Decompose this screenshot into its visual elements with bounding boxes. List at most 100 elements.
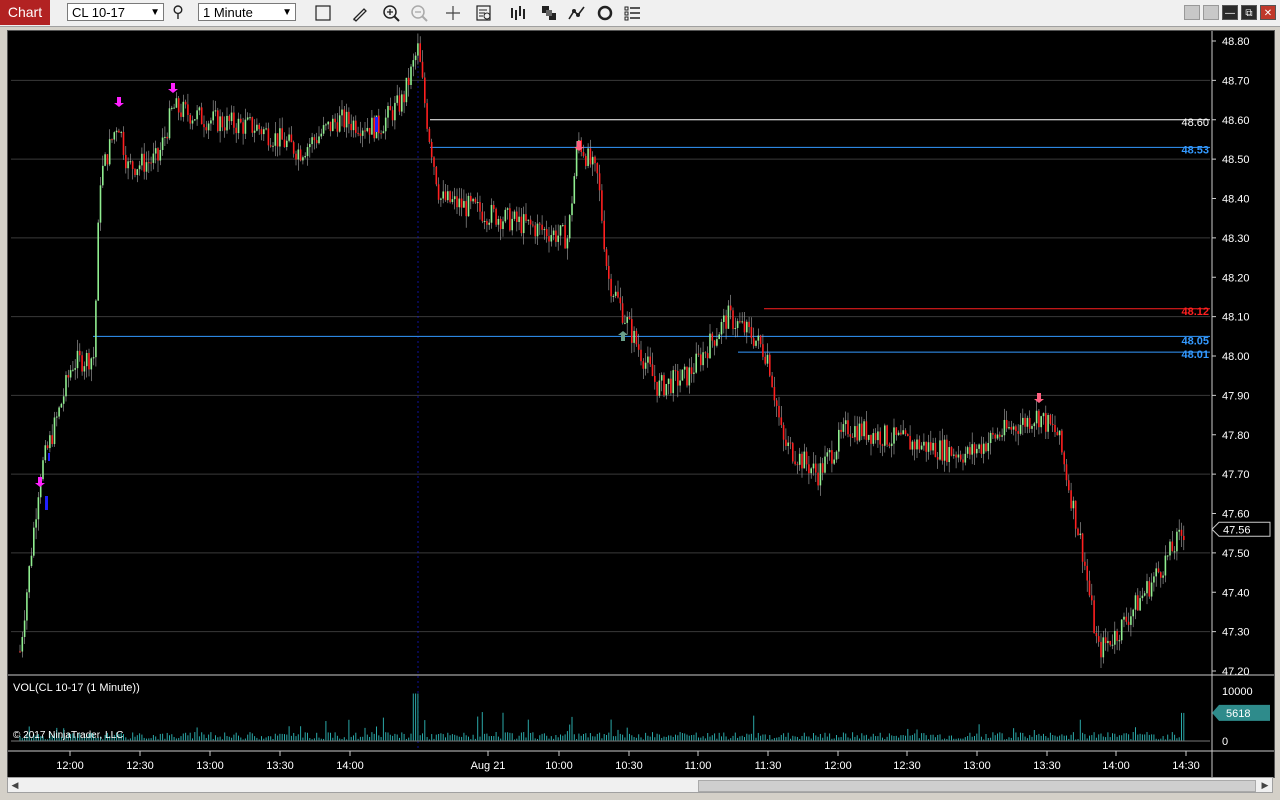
candle-body xyxy=(571,203,573,216)
candle-body xyxy=(129,161,132,163)
scroll-right-icon[interactable]: ▶ xyxy=(1258,778,1272,792)
search-icon[interactable]: ⚲ xyxy=(167,2,189,24)
candle-body xyxy=(541,224,543,230)
candle-body xyxy=(516,211,518,222)
candle-body xyxy=(148,162,150,164)
candle-body xyxy=(976,448,978,454)
candle-body xyxy=(877,431,879,441)
candle-body xyxy=(260,129,263,135)
candle-body xyxy=(948,447,950,463)
scroll-thumb[interactable] xyxy=(698,780,1256,792)
candle-body xyxy=(923,441,925,446)
candle-body xyxy=(835,451,838,460)
candle-body xyxy=(253,130,256,133)
close-button[interactable]: ✕ xyxy=(1260,5,1276,20)
candle-body xyxy=(555,230,557,242)
candle-body xyxy=(495,208,497,225)
candle-body xyxy=(1183,535,1185,541)
properties-icon[interactable] xyxy=(622,2,644,24)
zoom-in-icon[interactable] xyxy=(380,2,402,24)
candle-body xyxy=(1139,598,1141,611)
chart-panel[interactable]: 48.60 48.53 48.12 48.05 48.01 48.80 48.70 48.6… xyxy=(7,30,1275,778)
candle-body xyxy=(1086,565,1088,581)
interval-selector[interactable]: 1 Minute ▼ xyxy=(198,3,296,21)
data-box-icon[interactable] xyxy=(473,2,495,24)
candle-body xyxy=(1155,568,1157,577)
chart-tab[interactable]: Chart xyxy=(0,0,50,25)
candle-body xyxy=(23,620,26,637)
candle-body xyxy=(603,220,605,250)
candle-body xyxy=(154,148,157,154)
bar-spacing-icon[interactable] xyxy=(507,2,529,24)
candle-body xyxy=(840,429,842,432)
instrument-selector[interactable]: CL 10-17 ▼ xyxy=(67,3,164,21)
candle-body xyxy=(589,148,592,165)
candle-body xyxy=(1176,531,1178,552)
link-button[interactable] xyxy=(1184,5,1200,20)
signal-bar xyxy=(45,496,48,510)
candle-body xyxy=(872,433,875,444)
candle-body xyxy=(654,376,656,382)
candle-body xyxy=(1072,500,1075,509)
candle-body xyxy=(279,128,281,147)
candle-body xyxy=(65,375,67,397)
candle-body xyxy=(575,146,578,177)
candle-body xyxy=(286,140,288,148)
candle-body xyxy=(973,444,976,454)
draw-pencil-icon[interactable] xyxy=(349,2,371,24)
candle-body xyxy=(194,119,196,121)
candle-body xyxy=(552,230,555,236)
candle-body xyxy=(1042,413,1045,417)
candle-body xyxy=(104,154,106,166)
candle-body xyxy=(332,118,334,132)
candle-body xyxy=(1166,555,1169,557)
candle-body xyxy=(364,130,366,132)
strategies-icon[interactable] xyxy=(566,2,588,24)
candle-body xyxy=(513,211,516,219)
candle-body xyxy=(614,291,617,296)
candle-body xyxy=(1143,593,1146,596)
candle-body xyxy=(313,137,316,141)
candle-body xyxy=(343,109,346,128)
candle-body xyxy=(969,447,971,455)
instrument-link-button[interactable] xyxy=(1203,5,1219,20)
down-arrow-icon xyxy=(574,141,584,151)
candle-body xyxy=(1120,619,1123,641)
candle-body xyxy=(711,333,714,341)
chart-style-icon[interactable] xyxy=(312,2,334,24)
time-scrollbar[interactable]: ◀ ▶ xyxy=(7,777,1273,793)
maximize-button[interactable]: ⧉ xyxy=(1241,5,1257,20)
candle-body xyxy=(111,139,113,141)
signal-bar xyxy=(375,117,378,132)
candle-body xyxy=(371,117,373,135)
candle-body xyxy=(1109,640,1111,645)
candle-body xyxy=(90,358,93,370)
candle-body xyxy=(858,423,861,441)
candle-body xyxy=(242,122,244,134)
candle-body xyxy=(854,426,856,438)
minimize-button[interactable]: — xyxy=(1222,5,1238,20)
candle-body xyxy=(345,111,348,128)
candle-body xyxy=(127,161,129,169)
scroll-left-icon[interactable]: ◀ xyxy=(8,778,22,792)
candle-body xyxy=(387,105,389,118)
candle-body xyxy=(833,459,835,464)
candle-body xyxy=(904,430,907,435)
zoom-out-icon[interactable] xyxy=(408,2,430,24)
candle-body xyxy=(897,432,900,435)
candle-body xyxy=(249,117,251,119)
candle-body xyxy=(171,107,173,109)
candle-body xyxy=(789,442,792,444)
candle-body xyxy=(971,444,973,455)
crosshair-icon[interactable] xyxy=(442,2,464,24)
candle-body xyxy=(19,651,21,653)
candle-body xyxy=(336,122,339,132)
templates-icon[interactable] xyxy=(538,2,560,24)
price-chart[interactable]: 48.6048.5348.1248.0548.01 48.8048.7048.6… xyxy=(8,31,1274,777)
reload-icon[interactable] xyxy=(594,2,616,24)
time-tick-label: 14:30 xyxy=(1172,760,1200,772)
time-tick-label: 14:00 xyxy=(336,760,364,772)
candle-body xyxy=(955,454,957,458)
candle-body xyxy=(407,77,410,85)
candle-body xyxy=(1153,576,1155,583)
